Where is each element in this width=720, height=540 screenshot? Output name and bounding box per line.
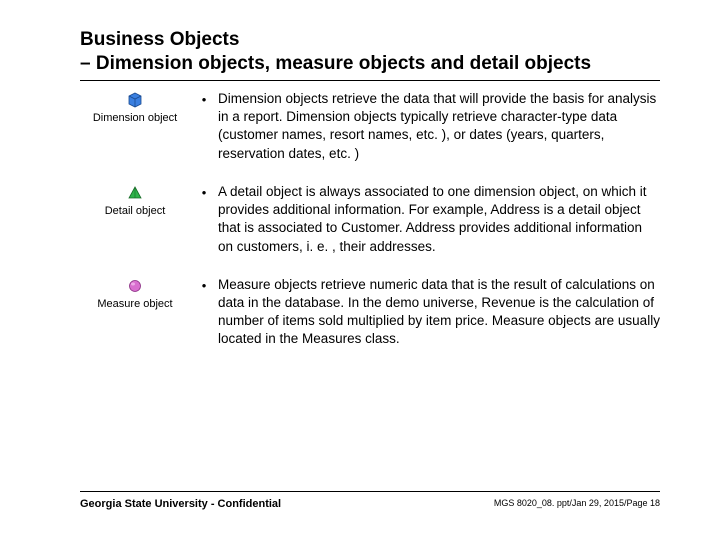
dimension-object-icon-group: Dimension object bbox=[80, 92, 190, 124]
footer-left: Georgia State University - Confidential bbox=[80, 498, 281, 510]
measure-sphere-icon bbox=[127, 278, 143, 294]
list-item: Dimension object • Dimension objects ret… bbox=[80, 90, 660, 163]
bullet: • bbox=[190, 90, 218, 107]
item-text: Dimension objects retrieve the data that… bbox=[218, 90, 660, 163]
detail-object-icon-group: Detail object bbox=[80, 185, 190, 217]
title-line1: Business Objects bbox=[80, 29, 239, 50]
list-item: Measure object • Measure objects retriev… bbox=[80, 276, 660, 349]
icon-column: Detail object bbox=[80, 183, 190, 217]
footer-right: MGS 8020_08. ppt/Jan 29, 2015/Page 18 bbox=[494, 498, 660, 508]
title-line2: – Dimension objects, measure objects and… bbox=[80, 53, 591, 74]
icon-label: Measure object bbox=[97, 298, 172, 310]
slide-title: Business Objects – Dimension objects, me… bbox=[80, 28, 660, 81]
icon-column: Measure object bbox=[80, 276, 190, 310]
dimension-cube-icon bbox=[127, 92, 143, 108]
measure-object-icon-group: Measure object bbox=[80, 278, 190, 310]
footer: Georgia State University - Confidential … bbox=[80, 491, 660, 510]
list-item: Detail object • A detail object is alway… bbox=[80, 183, 660, 256]
detail-pyramid-icon bbox=[127, 185, 143, 201]
bullet: • bbox=[190, 183, 218, 200]
content-area: Dimension object • Dimension objects ret… bbox=[80, 90, 660, 369]
icon-column: Dimension object bbox=[80, 90, 190, 124]
item-text: Measure objects retrieve numeric data th… bbox=[218, 276, 660, 349]
icon-label: Detail object bbox=[105, 205, 166, 217]
slide: Business Objects – Dimension objects, me… bbox=[0, 0, 720, 540]
item-text: A detail object is always associated to … bbox=[218, 183, 660, 256]
icon-label: Dimension object bbox=[93, 112, 177, 124]
bullet: • bbox=[190, 276, 218, 293]
